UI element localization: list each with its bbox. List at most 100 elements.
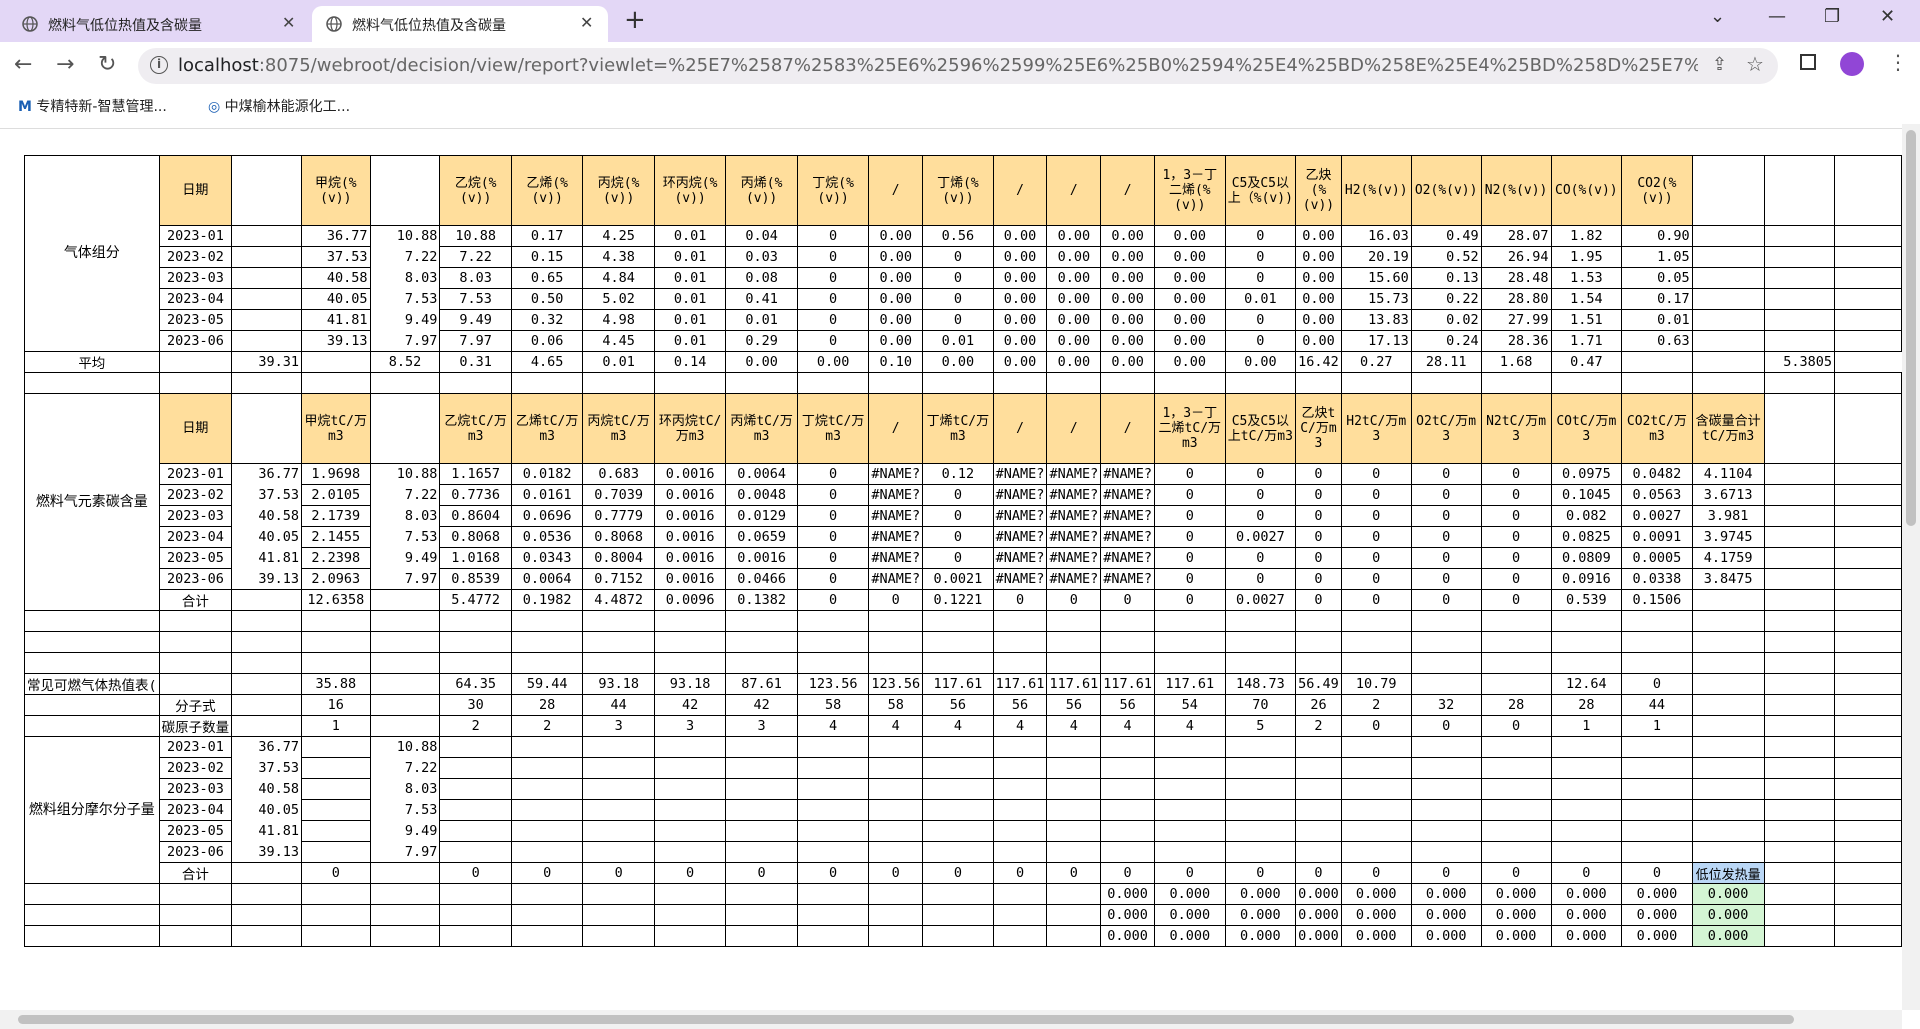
table-cell[interactable] [24,610,160,632]
table-cell[interactable]: 2.0105 [301,484,371,506]
table-cell[interactable] [1763,463,1836,485]
table-cell[interactable]: 0.1045 [1550,484,1623,506]
table-cell[interactable]: 0.00 [992,267,1048,289]
table-cell[interactable] [1834,267,1902,289]
table-cell[interactable] [1834,309,1902,331]
table-cell[interactable] [1046,820,1102,842]
table-cell[interactable]: 0 [796,246,870,268]
table-cell[interactable] [1480,673,1552,695]
table-cell[interactable]: 0 [1295,589,1342,611]
table-cell[interactable] [1691,694,1765,716]
table-cell[interactable] [1410,799,1482,821]
table-cell[interactable]: 64.35 [439,673,512,695]
table-cell[interactable] [1480,736,1552,758]
table-cell[interactable]: 0 [301,862,371,884]
table-cell[interactable] [725,610,798,632]
table-cell[interactable]: 4 [1100,715,1156,737]
table-cell[interactable] [510,736,584,758]
table-cell[interactable]: 0 [1340,526,1412,548]
table-cell[interactable] [1763,330,1836,352]
table-cell[interactable]: 39.31 [231,351,303,373]
table-cell[interactable] [1410,631,1482,653]
table-cell[interactable]: 1.53 [1550,267,1623,289]
table-cell[interactable]: 54 [1154,694,1226,716]
table-cell[interactable]: 0.1982 [510,589,584,611]
table-cell[interactable]: 0 [1480,568,1552,590]
table-cell[interactable] [653,778,727,800]
table-cell[interactable] [1154,841,1226,863]
table-cell[interactable]: 0.0975 [1550,463,1623,485]
table-cell[interactable] [796,904,870,926]
table-cell[interactable]: COtC/万m3 [1550,393,1623,464]
table-cell[interactable]: 0.000 [1224,925,1297,947]
table-cell[interactable] [1834,484,1902,506]
table-cell[interactable] [439,631,512,653]
table-cell[interactable]: #NAME? [1100,526,1156,548]
table-cell[interactable] [1763,589,1836,611]
table-cell[interactable] [158,351,233,373]
table-cell[interactable] [725,372,798,394]
table-cell[interactable] [1154,778,1226,800]
table-cell[interactable] [231,589,303,611]
table-cell[interactable]: 0.00 [1046,225,1102,247]
table-cell[interactable] [1621,841,1693,863]
table-cell[interactable] [1480,778,1552,800]
table-cell[interactable]: 0.0064 [725,463,798,485]
table-cell[interactable]: 0 [1621,673,1693,695]
table-cell[interactable] [369,883,441,905]
table-cell[interactable] [1410,757,1482,779]
table-cell[interactable]: 0.01 [922,330,994,352]
table-cell[interactable]: 乙烷tC/万m3 [439,393,512,464]
table-cell[interactable]: 0.0048 [725,484,798,506]
table-cell[interactable] [1834,841,1902,863]
table-cell[interactable]: 0.00 [796,351,870,373]
forward-icon[interactable]: → [56,52,74,77]
table-cell[interactable] [1224,799,1297,821]
table-cell[interactable]: 0.10 [868,351,924,373]
table-cell[interactable]: 58 [796,694,870,716]
table-cell[interactable]: 123.56 [868,673,924,695]
table-cell[interactable]: 0.00 [1100,309,1156,331]
table-cell[interactable] [1691,309,1765,331]
table-cell[interactable] [1046,841,1102,863]
table-cell[interactable] [439,841,512,863]
table-cell[interactable] [1763,694,1836,716]
table-cell[interactable] [1046,799,1102,821]
table-cell[interactable]: 4.4872 [582,589,655,611]
table-cell[interactable] [1691,799,1765,821]
table-cell[interactable]: 7.22 [370,485,440,506]
table-cell[interactable] [1834,547,1902,569]
table-cell[interactable] [653,610,727,632]
table-cell[interactable]: 0.24 [1410,330,1482,352]
table-cell[interactable] [301,925,371,947]
table-cell[interactable] [1046,925,1102,947]
table-cell[interactable] [1834,799,1902,821]
table-cell[interactable]: 0.0016 [653,463,727,485]
table-cell[interactable] [1763,799,1836,821]
table-cell[interactable]: 2.2398 [301,547,371,569]
table-cell[interactable]: #NAME? [1046,547,1102,569]
table-cell[interactable] [1834,925,1902,947]
table-cell[interactable]: 丁烷(%(v)) [796,155,870,226]
table-cell[interactable]: 42 [725,694,798,716]
table-cell[interactable] [1295,610,1342,632]
table-cell[interactable]: 17.13 [1340,330,1412,352]
table-cell[interactable]: 0 [653,862,727,884]
table-cell[interactable] [1834,526,1902,548]
table-cell[interactable]: 28.11 [1410,351,1482,373]
table-cell[interactable] [158,652,233,674]
table-cell[interactable] [1046,736,1102,758]
table-cell[interactable]: 26 [1295,694,1342,716]
table-cell[interactable] [231,631,303,653]
table-cell[interactable] [231,925,303,947]
table-cell[interactable]: 26.94 [1480,246,1552,268]
tab-1[interactable]: 燃料气低位热值及含碳量 ✕ [8,6,308,42]
table-cell[interactable]: 0.00 [1154,309,1226,331]
table-cell[interactable]: 0 [1224,246,1297,268]
vertical-scrollbar[interactable] [1902,124,1920,1010]
table-cell[interactable]: 56 [1100,694,1156,716]
table-cell[interactable] [1480,631,1552,653]
table-cell[interactable]: 0.15 [510,246,584,268]
table-cell[interactable]: 1.1657 [439,463,512,485]
table-cell[interactable]: 56 [992,694,1048,716]
